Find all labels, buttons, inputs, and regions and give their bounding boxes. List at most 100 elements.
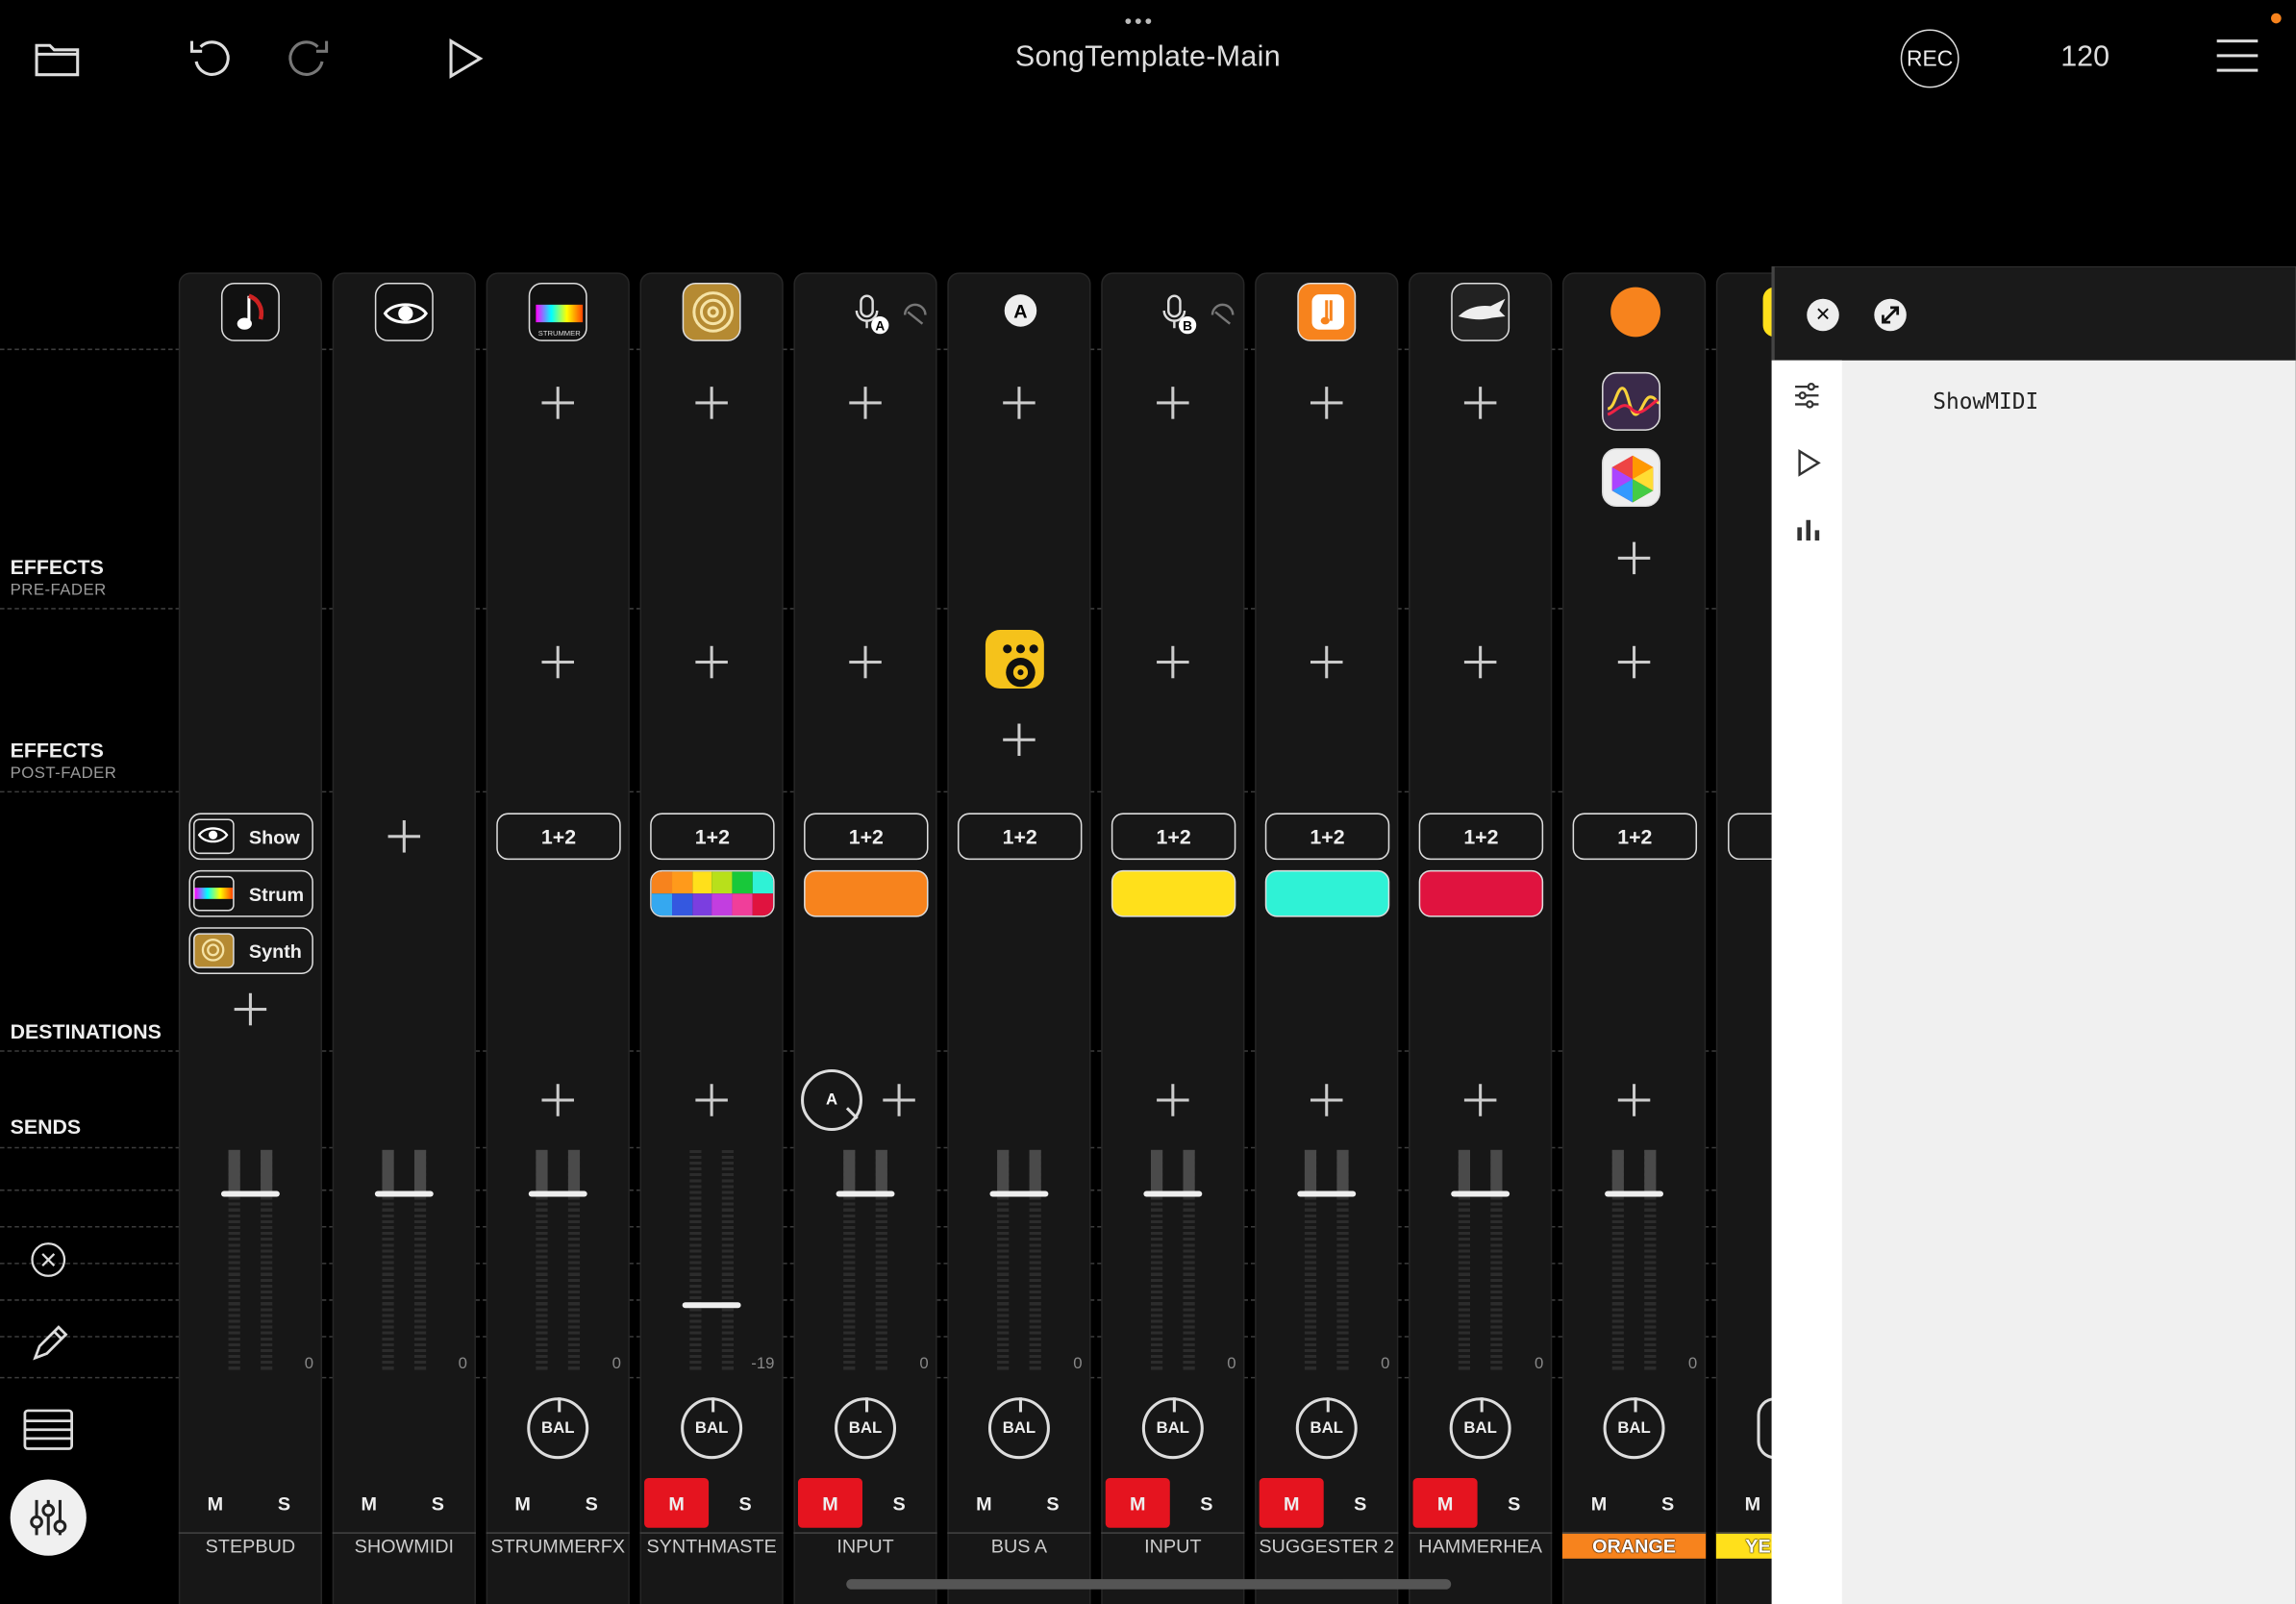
channel-name[interactable]: SHOWMIDI (332, 1532, 476, 1558)
balance-knob[interactable]: BAL (835, 1397, 897, 1460)
add-send-button[interactable] (695, 1084, 728, 1116)
mute-button[interactable]: M (337, 1478, 401, 1528)
add-pre-fader-effect-button[interactable] (1003, 387, 1036, 419)
sliders-icon[interactable] (1792, 381, 1821, 417)
bus-a-icon[interactable]: A (1004, 294, 1037, 327)
add-post-fader-effect-button[interactable] (541, 645, 574, 679)
mute-button[interactable]: M (644, 1478, 710, 1528)
synthmaster-plugin-icon[interactable] (682, 282, 741, 341)
balance-knob[interactable]: BAL (1295, 1397, 1358, 1460)
solo-button[interactable]: S (1328, 1478, 1392, 1528)
fader-handle[interactable] (220, 1190, 280, 1197)
destination-1-2-button[interactable]: 1+2 (804, 813, 929, 861)
showmidi-plugin-icon[interactable] (374, 282, 434, 341)
solo-button[interactable]: S (406, 1478, 470, 1528)
solo-button[interactable]: S (1174, 1478, 1238, 1528)
amp-plugin-icon[interactable] (985, 630, 1044, 689)
balance-knob[interactable]: BAL (1141, 1397, 1204, 1460)
menu-icon[interactable] (2216, 39, 2259, 75)
add-post-fader-effect-button[interactable] (1463, 645, 1497, 679)
mute-button[interactable]: M (952, 1478, 1016, 1528)
destination-1-2-button[interactable]: 1+2 (496, 813, 621, 861)
add-pre-fader-effect-button[interactable] (849, 387, 882, 419)
add-send-button[interactable] (1617, 1084, 1651, 1116)
destination-strum-button[interactable]: Strum (188, 869, 313, 917)
undo-icon[interactable] (187, 36, 235, 83)
add-send-button[interactable] (1157, 1084, 1189, 1116)
fader-handle[interactable] (528, 1190, 587, 1197)
balance-knob[interactable]: BAL (681, 1397, 743, 1460)
solo-button[interactable]: S (560, 1478, 624, 1528)
destination-1-2-button[interactable]: 1+2 (1111, 813, 1236, 861)
destination-1-2-button[interactable]: 1+2 (957, 813, 1083, 861)
yellow-color-pill[interactable] (1111, 869, 1236, 917)
add-destination-button[interactable] (387, 820, 421, 853)
fader-handle[interactable] (1605, 1190, 1664, 1197)
balance-knob[interactable]: BAL (987, 1397, 1050, 1460)
multi-color-pill[interactable] (650, 869, 775, 917)
destination-show-button[interactable]: Show (188, 813, 313, 861)
redo-icon[interactable] (284, 36, 331, 83)
volume-fader[interactable]: 0 (1562, 1149, 1706, 1379)
tempo-display[interactable]: 120 (2044, 41, 2126, 75)
balance-knob[interactable]: BAL (1603, 1397, 1665, 1460)
add-post-fader-effect-button[interactable] (1157, 645, 1189, 679)
solo-button[interactable]: S (1020, 1478, 1085, 1528)
bar-chart-icon[interactable] (1795, 515, 1821, 549)
channel-name[interactable]: BUS A (947, 1532, 1091, 1558)
fader-handle[interactable] (374, 1190, 434, 1197)
add-pre-fader-effect-button[interactable] (1463, 387, 1497, 419)
microphone-b-icon[interactable]: B (1161, 294, 1237, 342)
mute-button[interactable]: M (490, 1478, 555, 1528)
fader-handle[interactable] (1451, 1190, 1510, 1197)
fader-handle[interactable] (1143, 1190, 1203, 1197)
add-post-fader-effect-button[interactable] (1310, 645, 1343, 679)
add-post-fader-effect-button[interactable] (695, 645, 728, 679)
channel-name[interactable]: SYNTHMASTE (639, 1532, 784, 1558)
fader-handle[interactable] (1297, 1190, 1357, 1197)
channel-name[interactable]: STRUMMERFX (486, 1532, 630, 1558)
mute-button[interactable]: M (183, 1478, 247, 1528)
channel-name[interactable]: HAMMERHEA (1409, 1532, 1553, 1558)
mute-button[interactable]: M (1412, 1478, 1478, 1528)
add-pre-fader-effect-button[interactable] (1310, 387, 1343, 419)
microphone-a-icon[interactable]: A (854, 294, 930, 342)
solo-button[interactable]: S (252, 1478, 316, 1528)
destination-synth-button[interactable]: Synth (188, 927, 313, 974)
volume-fader[interactable]: 0 (487, 1149, 630, 1379)
more-dots-icon[interactable]: ••• (1125, 9, 1156, 32)
mute-button[interactable]: M (1259, 1478, 1324, 1528)
stepbud-plugin-icon[interactable] (220, 282, 280, 341)
play-icon[interactable] (1795, 448, 1821, 485)
add-destination-button[interactable] (234, 992, 267, 1026)
balance-knob[interactable]: BAL (1449, 1397, 1511, 1460)
volume-fader[interactable]: 0 (947, 1149, 1090, 1379)
channel-name[interactable]: INPUT (793, 1532, 937, 1558)
add-post-fader-effect-button[interactable] (1617, 645, 1651, 679)
volume-fader[interactable]: 0 (333, 1149, 476, 1379)
close-icon[interactable] (29, 1241, 67, 1286)
eq-plugin-icon[interactable] (1602, 371, 1660, 431)
list-icon[interactable] (23, 1408, 73, 1459)
channel-name[interactable]: SUGGESTER 2 (1255, 1532, 1399, 1558)
solo-button[interactable]: S (713, 1478, 778, 1528)
add-pre-fader-effect-button[interactable] (1617, 541, 1651, 575)
volume-fader[interactable]: 0 (1255, 1149, 1398, 1379)
destination-1-2-button[interactable]: 1+2 (1264, 813, 1390, 861)
add-pre-fader-effect-button[interactable] (695, 387, 728, 419)
volume-fader[interactable]: -19 (640, 1149, 784, 1379)
destination-1-2-button[interactable]: 1+2 (1572, 813, 1698, 861)
folder-icon[interactable] (34, 36, 81, 83)
close-icon[interactable]: ✕ (1807, 298, 1839, 332)
volume-fader[interactable]: 0 (793, 1149, 936, 1379)
volume-fader[interactable]: 0 (1101, 1149, 1244, 1379)
mute-button[interactable]: M (1567, 1478, 1632, 1528)
destination-1-2-button[interactable]: 1+2 (650, 813, 775, 861)
orange-color-dot[interactable] (1610, 287, 1660, 338)
mixer-icon[interactable] (10, 1479, 87, 1556)
channel-name[interactable]: STEPBUD (178, 1532, 323, 1558)
send-a-knob[interactable]: A (801, 1069, 862, 1131)
orange-color-pill[interactable] (804, 869, 929, 917)
play-icon[interactable] (442, 36, 489, 83)
solo-button[interactable]: S (867, 1478, 932, 1528)
